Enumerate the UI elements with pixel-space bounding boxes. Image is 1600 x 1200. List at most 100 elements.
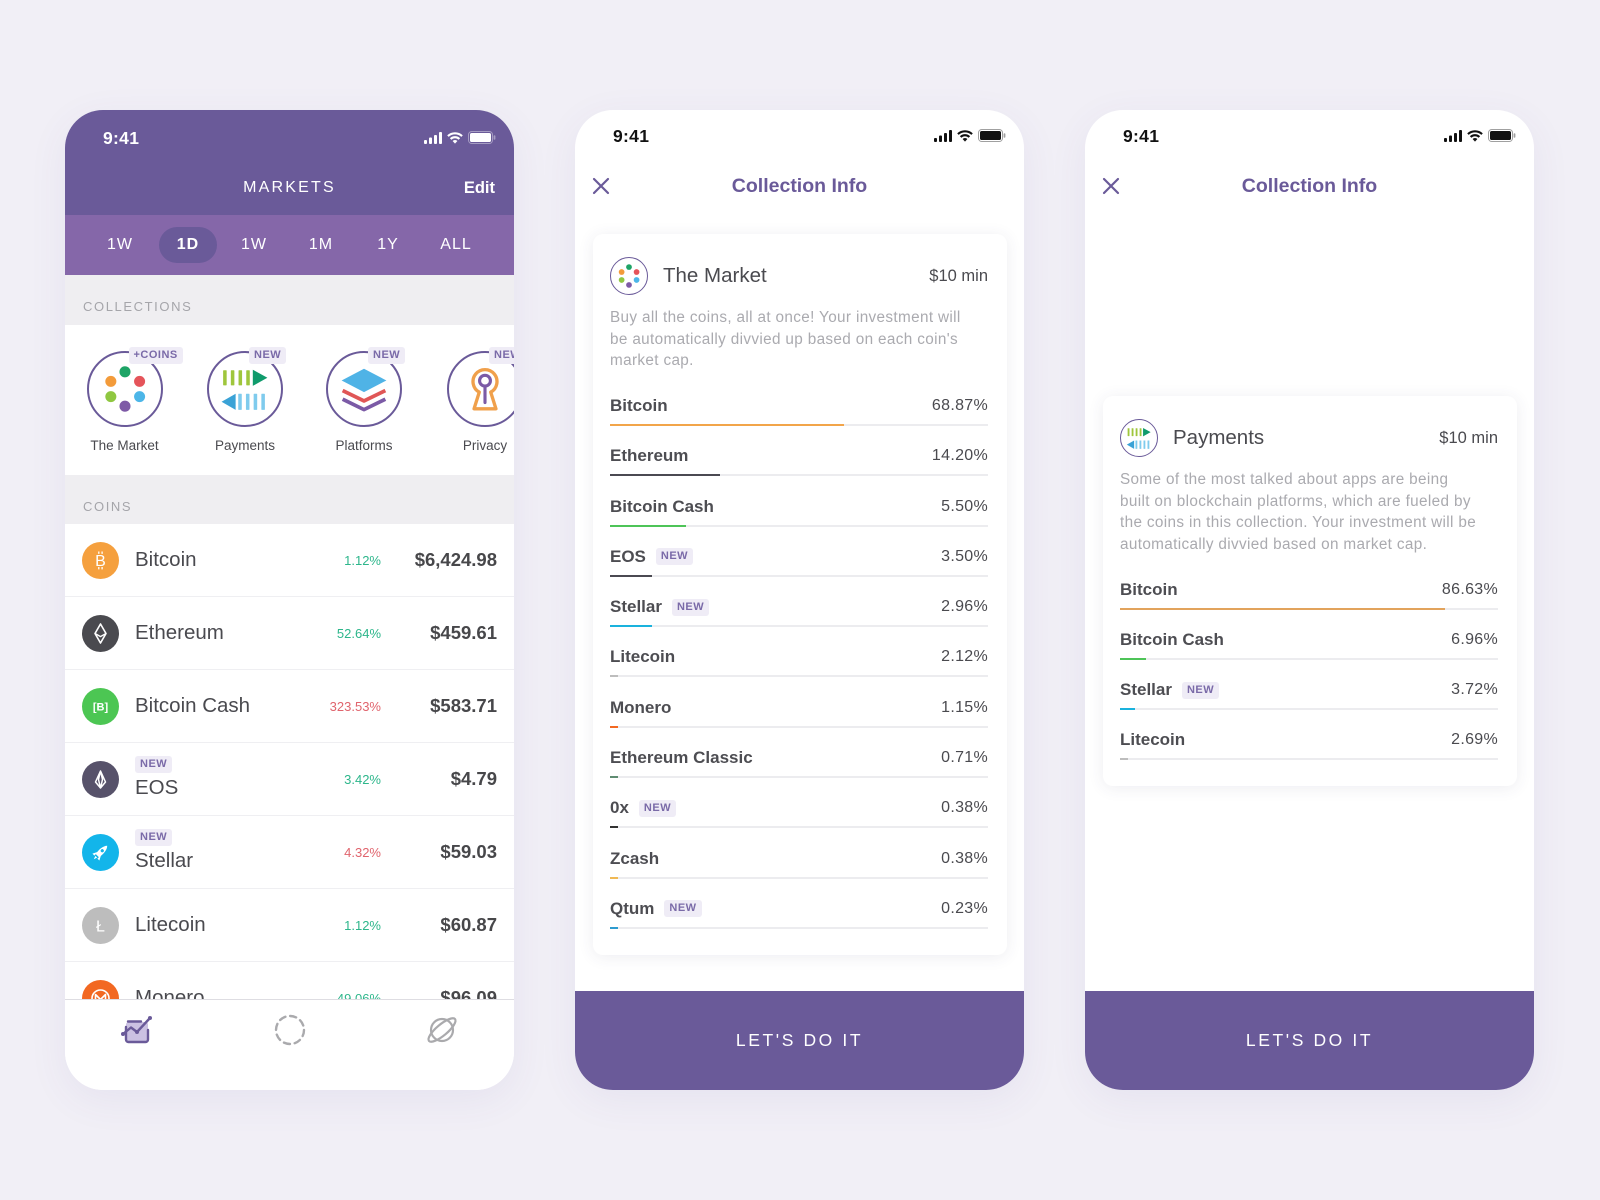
tab-1w[interactable]: 1W — [91, 227, 149, 263]
allocation-row: Stellar NEW 2.96% — [610, 584, 988, 634]
coin-change: 4.32% — [344, 845, 381, 860]
description-line: built on blockchain platforms, which are… — [1120, 492, 1471, 510]
allocation-bar-fill — [1120, 607, 1446, 610]
allocation-coin-name: Bitcoin — [610, 396, 668, 415]
allocation-list: Bitcoin 68.87% Ethereum 14.20% Bitcoin C… — [610, 383, 988, 936]
nav-tab-dashed-circle[interactable] — [273, 1013, 307, 1047]
coin-change: 1.12% — [344, 918, 381, 933]
allocation-bar-track — [610, 776, 988, 779]
tab-1w[interactable]: 1W — [225, 227, 283, 263]
coin-row[interactable]: NEW Stellar 4.32% $59.03 — [65, 816, 514, 889]
collection-label: Payments — [214, 438, 276, 453]
allocation-percent: 6.96% — [1451, 630, 1498, 648]
allocation-bar-track — [610, 524, 988, 527]
collection-label: The Market — [90, 438, 159, 453]
coin-name: Litecoin — [135, 913, 206, 936]
wifi-icon — [957, 129, 973, 147]
collection-circle: +COINS — [86, 347, 183, 427]
description-line: Some of the most talked about apps are b… — [1120, 471, 1449, 488]
nav-tab-planet[interactable] — [425, 1013, 459, 1047]
collection-icon — [1120, 419, 1158, 457]
signal-icon — [934, 129, 952, 147]
tab-1d[interactable]: 1D — [159, 227, 217, 263]
edit-button[interactable]: Edit — [464, 177, 495, 199]
tab-1y[interactable]: 1Y — [359, 227, 417, 263]
svg-text:B: B — [95, 553, 106, 570]
status-icons — [934, 129, 1006, 147]
description-line: automatically divvied based on market ca… — [1120, 535, 1428, 553]
new-badge: NEW — [664, 900, 702, 918]
collection-item[interactable]: NEW Payments — [190, 347, 300, 455]
allocation-coin-name: 0x — [610, 798, 629, 818]
allocation-percent: 68.87% — [931, 397, 988, 414]
coin-change: 1.12% — [344, 553, 381, 568]
lets-do-it-button[interactable]: LET'S DO IT — [575, 991, 1024, 1090]
new-badge: NEW — [638, 799, 677, 817]
allocation-bar-track — [1120, 758, 1498, 761]
coin-change: 3.42% — [344, 772, 381, 787]
page-title: MARKETS — [243, 179, 336, 196]
svg-text:Ł: Ł — [96, 918, 105, 935]
lets-do-it-button[interactable]: LET'S DO IT — [1085, 991, 1534, 1090]
allocation-percent: 5.50% — [941, 497, 988, 515]
status-time: 9:41 — [103, 128, 140, 148]
collection-badge: NEW — [368, 347, 406, 364]
allocation-percent: 1.15% — [941, 698, 988, 716]
collection-name: Payments — [1173, 426, 1265, 449]
status-bar: 9:41 — [575, 110, 1024, 162]
time-range-tabs: 1W 1D 1W 1M 1Y ALL — [65, 215, 514, 275]
allocation-coin-name: Zcash — [610, 848, 660, 868]
coin-change: 52.64% — [336, 626, 381, 641]
allocation-row: 0x NEW 0.38% — [610, 785, 988, 835]
battery-icon — [468, 131, 496, 149]
allocation-bar-fill — [610, 776, 618, 779]
allocation-coin-name: Bitcoin — [1120, 579, 1178, 599]
status-time: 9:41 — [1123, 126, 1160, 146]
collection-icon — [610, 257, 648, 295]
collection-item[interactable]: +COINS The Market — [70, 347, 183, 455]
allocation-row: Litecoin 2.12% — [610, 634, 988, 684]
page-title: Collection Info — [1241, 175, 1378, 197]
coin-row[interactable]: Ethereum 52.64% $459.61 — [65, 597, 514, 670]
allocation-row: Bitcoin 86.63% — [1120, 567, 1498, 617]
coin-row[interactable]: NEW EOS 3.42% $4.79 — [65, 743, 514, 816]
allocation-bar-track — [610, 625, 988, 628]
collections-carousel[interactable]: +COINS The Market NEW Payments NEW Platf… — [65, 325, 514, 475]
collection-badge: NEW — [489, 347, 514, 364]
allocation-coin-name: Ethereum Classic — [610, 748, 753, 768]
allocation-row: Ethereum Classic 0.71% — [610, 735, 988, 785]
allocation-bar-fill — [1120, 657, 1147, 660]
wifi-icon — [1467, 129, 1483, 147]
bitcoin-icon: B — [82, 542, 119, 579]
allocation-bar-fill — [610, 926, 618, 929]
allocation-bar-fill — [610, 826, 618, 829]
coin-row[interactable]: B Bitcoin 1.12% $6,424.98 — [65, 524, 514, 597]
allocation-bar-fill — [610, 625, 652, 628]
signal-icon — [1444, 129, 1462, 147]
tab-all[interactable]: ALL — [427, 227, 485, 263]
allocation-percent: 0.71% — [941, 749, 988, 767]
battery-icon — [1488, 129, 1516, 147]
collection-badge: +COINS — [128, 347, 183, 364]
coin-row[interactable]: Ł Litecoin 1.12% $60.87 — [65, 889, 514, 962]
coin-price: $60.87 — [440, 914, 497, 935]
allocation-row: EOS NEW 3.50% — [610, 534, 988, 584]
tab-1m[interactable]: 1M — [292, 227, 350, 263]
nav-tab-chart[interactable] — [120, 1013, 154, 1047]
allocation-list: Bitcoin 86.63% Bitcoin Cash 6.96% Stella… — [1120, 567, 1498, 768]
coin-row[interactable]: [B] Bitcoin Cash 323.53% $583.71 — [65, 670, 514, 743]
collection-description: Buy all the coins, all at once! Your inv… — [610, 307, 988, 372]
allocation-percent: 2.69% — [1451, 731, 1498, 749]
allocation-bar-fill — [610, 574, 652, 577]
allocation-percent: 0.38% — [941, 849, 988, 867]
signal-icon — [424, 131, 442, 149]
allocation-bar-fill — [610, 876, 618, 879]
allocation-row: Zcash 0.38% — [610, 836, 988, 886]
collection-item[interactable]: NEW Platforms — [309, 347, 419, 455]
allocation-coin-name: Litecoin — [610, 647, 676, 667]
allocation-bar-fill — [610, 524, 686, 527]
payments-icon — [220, 364, 270, 414]
allocation-bar-fill — [610, 474, 720, 477]
collection-item[interactable]: NEW Privacy — [430, 347, 514, 455]
coin-name: Ethereum — [135, 621, 224, 644]
